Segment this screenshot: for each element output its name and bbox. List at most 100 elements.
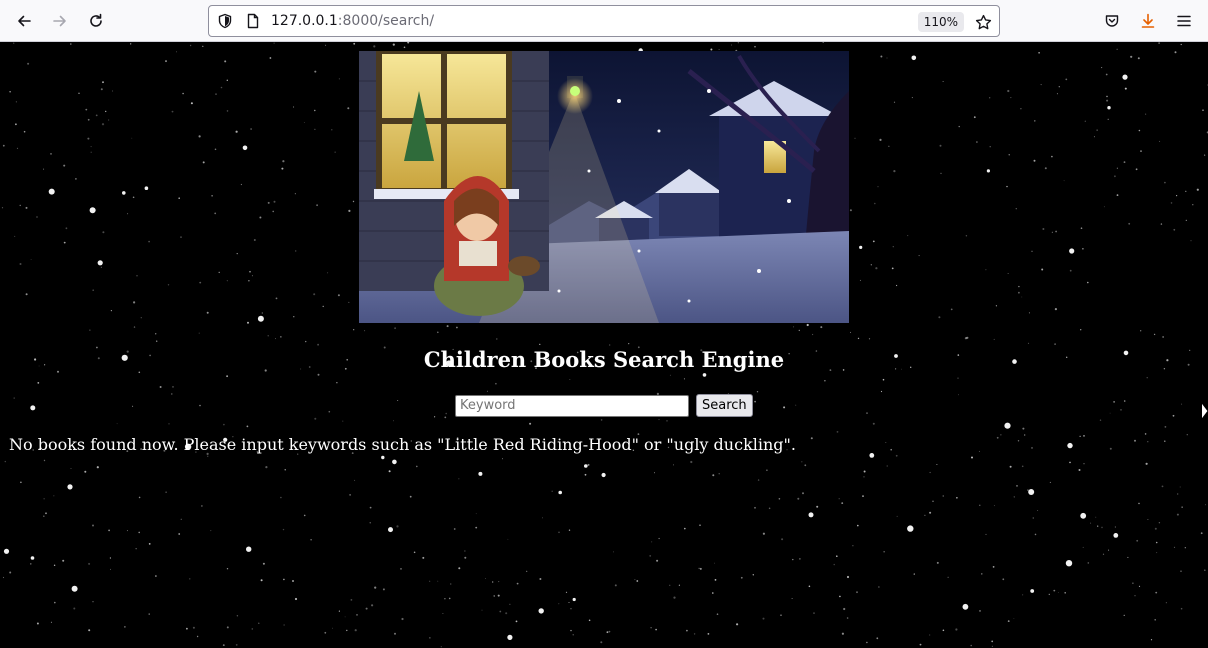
snow-flake <box>804 464 807 467</box>
snow-flake <box>766 469 768 472</box>
snow-flake <box>813 612 815 614</box>
snow-flake <box>4 460 7 463</box>
snow-flake <box>1065 78 1068 81</box>
snow-flake <box>328 410 331 413</box>
snow-flake <box>365 607 368 610</box>
pocket-button[interactable] <box>1098 7 1126 35</box>
snow-flake <box>810 437 813 440</box>
snow-flake <box>30 556 35 560</box>
reload-button[interactable] <box>82 7 110 35</box>
snow-flake <box>893 101 896 103</box>
snow-flake <box>673 596 676 599</box>
snow-flake <box>1007 620 1010 622</box>
snow-flake <box>1021 465 1024 468</box>
snow-flake <box>1084 120 1086 122</box>
snow-flake <box>965 235 968 237</box>
snow-flake <box>1078 469 1081 471</box>
snow-flake <box>240 183 242 186</box>
snow-flake <box>189 44 192 47</box>
snow-flake <box>658 419 660 421</box>
shield-icon[interactable] <box>217 13 233 29</box>
snow-flake <box>874 202 876 205</box>
snow-flake <box>1048 593 1051 596</box>
snow-flake <box>1153 333 1156 336</box>
snow-flake <box>27 62 30 65</box>
star-icon[interactable] <box>973 12 993 32</box>
snow-flake <box>569 379 571 380</box>
snow-flake <box>282 528 285 531</box>
snow-flake <box>422 556 425 559</box>
snow-flake <box>1069 269 1072 272</box>
url-text[interactable]: 127.0.0.1:8000/search/ <box>271 13 434 29</box>
snow-flake <box>108 529 110 532</box>
snow-flake <box>283 624 285 626</box>
snow-flake <box>334 151 336 153</box>
snow-flake <box>215 93 217 95</box>
downloads-button[interactable] <box>1134 7 1162 35</box>
snow-flake <box>526 570 528 572</box>
snow-flake <box>180 518 182 520</box>
snow-flake <box>958 394 959 396</box>
snow-flake <box>486 390 488 392</box>
snow-flake <box>929 471 931 474</box>
snow-flake <box>349 494 351 496</box>
snow-flake <box>716 613 719 615</box>
snow-flake <box>757 479 760 481</box>
page-icon[interactable] <box>245 13 261 29</box>
snow-flake <box>808 512 814 518</box>
search-input[interactable] <box>455 394 689 417</box>
snow-flake <box>1018 291 1020 294</box>
snow-flake <box>1122 74 1128 80</box>
snow-flake <box>752 574 754 576</box>
snow-flake <box>176 51 178 53</box>
snow-flake <box>859 279 861 281</box>
snow-flake <box>918 255 920 257</box>
snow-flake <box>669 584 671 586</box>
snow-flake <box>634 579 636 581</box>
snow-flake <box>690 460 693 464</box>
snow-flake <box>793 326 795 328</box>
snow-flake <box>89 207 96 214</box>
search-button[interactable]: Search <box>696 394 753 417</box>
snow-flake <box>499 610 502 613</box>
snow-flake <box>872 422 875 425</box>
snow-flake <box>393 420 394 422</box>
snow-flake <box>1190 240 1192 242</box>
snow-flake <box>353 42 356 45</box>
snow-flake <box>1051 155 1053 158</box>
snow-flake <box>246 425 249 428</box>
snow-flake <box>172 386 174 388</box>
snow-flake <box>67 484 73 490</box>
snow-flake <box>1006 185 1008 188</box>
snow-flake <box>1108 549 1110 551</box>
snow-flake <box>888 145 890 147</box>
snow-flake <box>863 470 866 473</box>
snow-flake <box>199 281 202 284</box>
snow-flake <box>1093 136 1095 138</box>
address-bar[interactable]: 127.0.0.1:8000/search/ 110% <box>208 5 1000 37</box>
snow-flake <box>222 644 225 646</box>
snow-flake <box>754 400 756 403</box>
snow-flake <box>1138 502 1140 505</box>
snow-flake <box>1116 167 1118 169</box>
snow-flake <box>346 629 348 632</box>
snow-flake <box>683 378 685 380</box>
snow-flake <box>970 644 972 647</box>
snow-flake <box>15 101 17 103</box>
snow-flake <box>192 626 195 629</box>
snow-flake <box>495 382 497 385</box>
snow-flake <box>1051 231 1053 233</box>
zoom-level-button[interactable]: 110% <box>917 12 964 32</box>
snow-flake <box>295 250 297 252</box>
snow-flake <box>167 284 170 286</box>
snow-flake <box>182 92 184 95</box>
snow-flake <box>783 406 786 409</box>
back-button[interactable] <box>10 7 38 35</box>
snow-flake <box>673 464 674 466</box>
menu-button[interactable] <box>1170 7 1198 35</box>
snow-flake <box>973 116 976 119</box>
snow-flake <box>890 448 892 451</box>
snow-flake <box>1164 181 1166 184</box>
forward-button[interactable] <box>46 7 74 35</box>
snow-flake <box>1161 485 1164 488</box>
